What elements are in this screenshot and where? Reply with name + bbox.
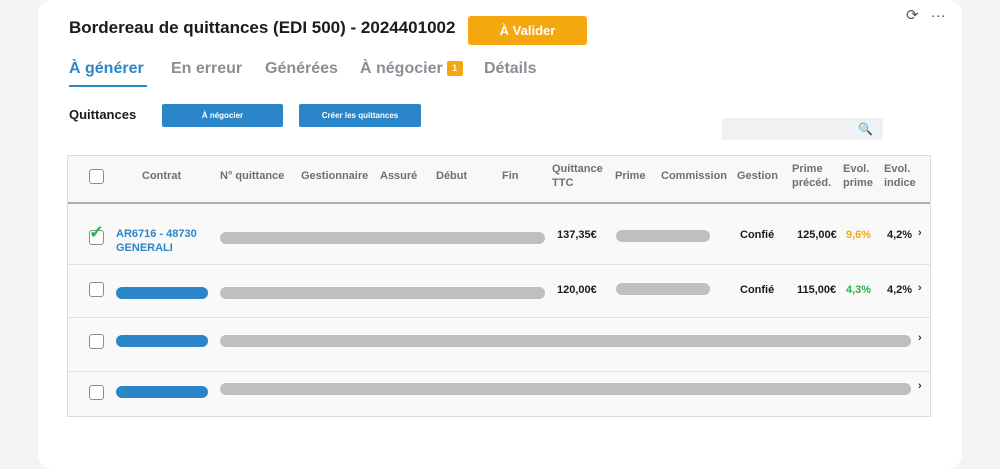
table-header: Contrat N° quittance Gestionnaire Assuré…: [68, 156, 930, 204]
tab-generees[interactable]: Générées: [265, 60, 338, 78]
evol-indice-value: 4,2%: [887, 229, 913, 241]
col-ttc[interactable]: Quittance TTC: [552, 162, 603, 190]
search-icon[interactable]: 🔍: [858, 122, 873, 136]
contract-number: AR6716 - 48730: [116, 228, 197, 240]
col-evol-prime-line2: prime: [843, 177, 873, 189]
count-badge: 1: [446, 61, 463, 77]
col-evol-prime-line1: Evol.: [843, 163, 870, 175]
search-input[interactable]: 🔍: [722, 118, 883, 140]
insurer-name: GENERALI: [116, 242, 173, 254]
tab-a-generer[interactable]: À générer: [69, 60, 144, 78]
placeholder-bar: [220, 383, 911, 395]
page-title: Bordereau de quittances (EDI 500) - 2024…: [69, 18, 456, 37]
col-evol-indice-line1: Evol.: [884, 163, 911, 175]
col-evol-prime[interactable]: Evol. prime: [843, 162, 873, 190]
row-checkbox[interactable]: [89, 282, 104, 297]
quittances-table: Contrat N° quittance Gestionnaire Assuré…: [67, 155, 931, 417]
placeholder-bar: [220, 287, 545, 299]
tab-details[interactable]: Détails: [484, 60, 536, 78]
chevron-right-icon[interactable]: ›: [918, 227, 922, 239]
placeholder-bar: [116, 386, 208, 398]
chevron-right-icon[interactable]: ›: [918, 380, 922, 392]
chevron-right-icon[interactable]: ›: [918, 282, 922, 294]
gestion-value: Confié: [740, 229, 775, 241]
col-evol-indice[interactable]: Evol. indice: [884, 162, 916, 190]
col-ttc-line1: Quittance: [552, 163, 603, 175]
evol-prime-value: 4,3%: [846, 284, 872, 296]
select-all-checkbox[interactable]: [89, 169, 104, 184]
placeholder-bar: [116, 335, 208, 347]
table-row[interactable]: ›: [68, 318, 930, 372]
tab-a-negocier-label: À négocier: [360, 60, 443, 77]
col-prime-precedente[interactable]: Prime précéd.: [792, 162, 831, 190]
gestion-value: Confié: [740, 284, 775, 296]
col-commission[interactable]: Commission: [661, 169, 727, 183]
tab-en-erreur[interactable]: En erreur: [171, 60, 242, 78]
tab-a-negocier[interactable]: À négocier 1: [360, 60, 463, 78]
evol-indice-value: 4,2%: [887, 284, 913, 296]
row-checkbox[interactable]: [89, 334, 104, 349]
table-row[interactable]: ✓ AR6716 - 48730 GENERALI 137,35€ Confié …: [68, 204, 930, 265]
chevron-right-icon[interactable]: ›: [918, 332, 922, 344]
col-gestionnaire[interactable]: Gestionnaire: [301, 169, 368, 183]
col-precedente-line1: Prime: [792, 163, 823, 175]
placeholder-bar: [220, 232, 545, 244]
col-gestion[interactable]: Gestion: [737, 169, 778, 183]
col-evol-indice-line2: indice: [884, 177, 916, 189]
checkmark-icon: ✓: [89, 222, 105, 242]
refresh-icon[interactable]: ⟳: [906, 6, 919, 24]
top-actions: ⟳ ···: [906, 6, 954, 24]
placeholder-bar: [220, 335, 911, 347]
placeholder-bar: [616, 283, 710, 295]
ttc-value: 137,35€: [557, 229, 597, 241]
row-checkbox[interactable]: [89, 385, 104, 400]
col-fin[interactable]: Fin: [502, 169, 519, 183]
more-icon[interactable]: ···: [931, 7, 946, 24]
evol-prime-value: 9,6%: [846, 229, 872, 241]
prime-precedente-value: 115,00€: [797, 284, 837, 296]
col-debut[interactable]: Début: [436, 169, 467, 183]
create-quittances-button[interactable]: Créer les quittances: [299, 104, 421, 127]
validate-button[interactable]: À Valider: [468, 16, 587, 45]
placeholder-bar: [616, 230, 710, 242]
col-assure[interactable]: Assuré: [380, 169, 417, 183]
active-tab-indicator: [69, 85, 147, 87]
prime-precedente-value: 125,00€: [797, 229, 837, 241]
contract-link[interactable]: AR6716 - 48730 GENERALI: [116, 227, 197, 255]
col-prime[interactable]: Prime: [615, 169, 646, 183]
ttc-value: 120,00€: [557, 284, 597, 296]
col-ttc-line2: TTC: [552, 177, 574, 189]
negocier-button[interactable]: À négocier: [162, 104, 283, 127]
table-row[interactable]: ›: [68, 372, 930, 415]
placeholder-bar: [116, 287, 208, 299]
col-contrat[interactable]: Contrat: [142, 169, 181, 183]
section-title: Quittances: [69, 107, 137, 122]
table-row[interactable]: 120,00€ Confié 115,00€ 4,3% 4,2% ›: [68, 265, 930, 318]
col-precedente-line2: précéd.: [792, 177, 832, 189]
col-quittance[interactable]: N° quittance: [220, 169, 284, 183]
